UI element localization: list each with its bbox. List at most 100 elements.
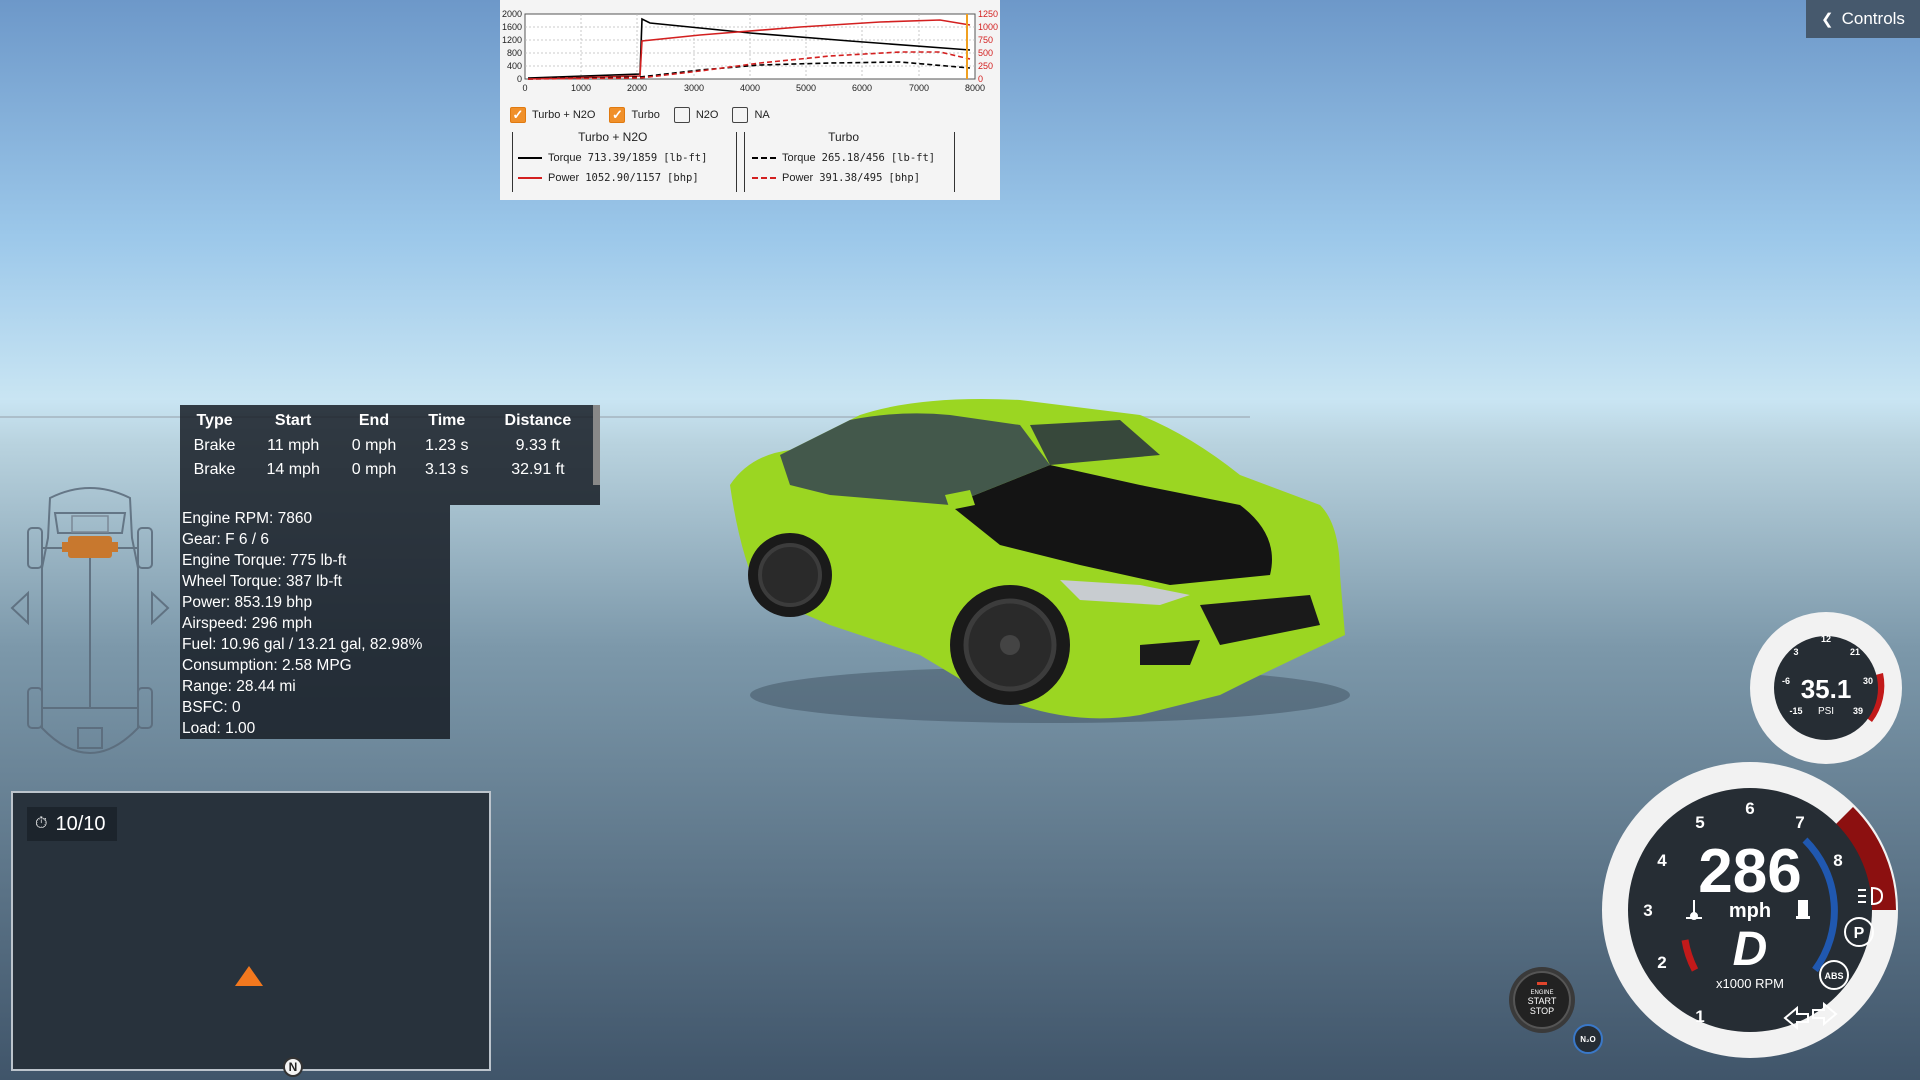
vehicle-damage-diagram xyxy=(10,487,170,754)
col-start: Start xyxy=(274,412,312,429)
stat-engine-torque: Engine Torque: 775 lb-ft xyxy=(182,552,347,569)
power-swatch xyxy=(752,177,776,179)
stat-wheel-torque: Wheel Torque: 387 lb-ft xyxy=(182,573,342,590)
legend-torque-unit: [lb-ft] xyxy=(890,152,936,164)
checkbox-icon[interactable] xyxy=(732,107,749,123)
filter-turbo-n2o[interactable]: ✓ Turbo + N2O xyxy=(510,107,595,123)
boost-tick: -15 xyxy=(1789,706,1802,716)
start-label: START xyxy=(1528,996,1557,1006)
stat-engine-rpm: Engine RPM: 7860 xyxy=(182,510,313,527)
minimap[interactable]: ⏱ 10/10 xyxy=(11,791,491,1071)
y-right-tick: 1250 xyxy=(978,9,998,19)
boost-tick: -6 xyxy=(1782,676,1790,686)
x-tick: 8000 xyxy=(965,83,985,93)
rpm-tick: 1 xyxy=(1695,1007,1704,1026)
table-scrollbar[interactable] xyxy=(593,405,600,485)
stat-gear: Gear: F 6 / 6 xyxy=(182,531,270,548)
legend-torque-value: 265.18/456 xyxy=(821,152,885,164)
y-left-tick: 1200 xyxy=(502,35,522,45)
boost-tick: 3 xyxy=(1793,647,1798,657)
x-tick: 2000 xyxy=(627,83,647,93)
rpm-tick: 5 xyxy=(1695,813,1704,832)
y-right-tick: 500 xyxy=(978,48,993,58)
legend-torque-label: Torque xyxy=(782,152,816,164)
compass-north-icon: N xyxy=(283,1057,303,1077)
engine-start-stop-button[interactable]: ENGINE START STOP xyxy=(1508,966,1576,1034)
x-tick: 1000 xyxy=(571,83,591,93)
torque-swatch xyxy=(752,157,776,159)
checkpoint-counter: ⏱ 10/10 xyxy=(27,807,117,841)
col-end: End xyxy=(358,412,390,429)
gear-indicator: D xyxy=(1733,923,1768,976)
filter-n2o[interactable]: N2O xyxy=(673,107,718,123)
table-cell: 0 mph xyxy=(351,461,397,478)
rpm-tick: 2 xyxy=(1657,953,1666,972)
legend-torque-unit: [lb-ft] xyxy=(663,152,708,164)
table-cell: Brake xyxy=(193,461,236,478)
table-cell: 3.13 s xyxy=(424,461,469,478)
boost-value: 35.1 xyxy=(1801,674,1852,704)
controls-button[interactable]: ❮ Controls xyxy=(1806,0,1920,38)
x-tick: 7000 xyxy=(909,83,929,93)
x-tick: 3000 xyxy=(684,83,704,93)
legend-power-value: 391.38/495 xyxy=(819,172,883,184)
rpm-tick: 7 xyxy=(1795,813,1804,832)
x-tick: 0 xyxy=(522,83,527,93)
fuel-icon xyxy=(1796,900,1810,919)
col-type: Type xyxy=(196,412,233,429)
legend-divider xyxy=(512,132,513,192)
boost-tick: 21 xyxy=(1850,647,1860,657)
abs-label: ABS xyxy=(1824,971,1843,981)
engine-icon xyxy=(62,515,118,558)
table-cell: Brake xyxy=(193,437,236,454)
filter-na[interactable]: NA xyxy=(732,107,770,123)
x-tick: 6000 xyxy=(852,83,872,93)
n2o-button[interactable]: N₂O xyxy=(1573,1024,1603,1054)
legend-torque-label: Torque xyxy=(548,152,582,164)
boost-tick: 39 xyxy=(1853,706,1863,716)
filter-label: NA xyxy=(754,109,770,121)
checkbox-icon[interactable] xyxy=(673,107,690,123)
stat-airspeed: Airspeed: 296 mph xyxy=(182,615,313,632)
legend-title: Turbo + N2O xyxy=(578,130,648,144)
legend-power-unit: [bhp] xyxy=(888,172,921,184)
stat-bsfc: BSFC: 0 xyxy=(182,699,241,716)
curve-filter-row: ✓ Turbo + N2O ✓ Turbo N2O NA xyxy=(510,107,770,123)
legend-turbo: Turbo Torque 265.18/456 [lb-ft] Power 391.3… xyxy=(752,130,935,188)
north-label: N xyxy=(288,1060,298,1074)
speedometer-tachometer: 1 2 3 4 5 6 7 8 286 mph D x1000 RPM P AB… xyxy=(1602,762,1898,1058)
timer-icon: ⏱ xyxy=(35,815,48,832)
boost-tick: 12 xyxy=(1821,634,1831,644)
filter-turbo[interactable]: ✓ Turbo xyxy=(609,107,660,123)
legend-divider xyxy=(744,132,745,192)
chevron-left-icon: ❮ xyxy=(1821,11,1834,28)
vehicle-stats-panel: Engine RPM: 7860 Gear: F 6 / 6 Engine To… xyxy=(180,505,450,739)
stat-consumption: Consumption: 2.58 MPG xyxy=(182,657,352,674)
checkbox-icon[interactable]: ✓ xyxy=(609,107,626,123)
y-right-tick: 750 xyxy=(978,35,993,45)
filter-label: Turbo xyxy=(631,109,660,121)
y-right-tick: 1000 xyxy=(978,22,998,32)
table-row: Brake 11 mph 0 mph 1.23 s 9.33 ft xyxy=(180,434,593,458)
controls-label: Controls xyxy=(1841,9,1905,28)
player-arrow-icon xyxy=(235,966,263,986)
table-cell: 9.33 ft xyxy=(515,437,561,454)
stat-fuel: Fuel: 10.96 gal / 13.21 gal, 82.98% xyxy=(182,636,423,653)
speed-value: 286 xyxy=(1698,837,1801,906)
checkbox-icon[interactable]: ✓ xyxy=(510,107,526,123)
speed-unit: mph xyxy=(1729,900,1771,922)
vehicle-model xyxy=(730,399,1350,723)
x-tick: 5000 xyxy=(796,83,816,93)
torque-power-chart: 2000 1600 1200 800 400 0 1250 1000 750 5… xyxy=(502,9,998,93)
legend-power-label: Power xyxy=(548,172,580,184)
rpm-label: x1000 RPM xyxy=(1716,976,1784,991)
y-left-tick: 800 xyxy=(507,48,522,58)
brake-test-table: Type Start End Time Distance Brake 11 mp… xyxy=(180,405,600,505)
legend-divider xyxy=(954,132,955,192)
rpm-tick: 4 xyxy=(1657,851,1667,870)
legend-title: Turbo xyxy=(828,130,860,144)
legend-power-label: Power xyxy=(782,172,814,184)
n2o-label: N₂O xyxy=(1580,1035,1596,1044)
counter-value: 10/10 xyxy=(55,812,106,835)
engine-graph-panel: 2000 1600 1200 800 400 0 1250 1000 750 5… xyxy=(500,0,1000,200)
